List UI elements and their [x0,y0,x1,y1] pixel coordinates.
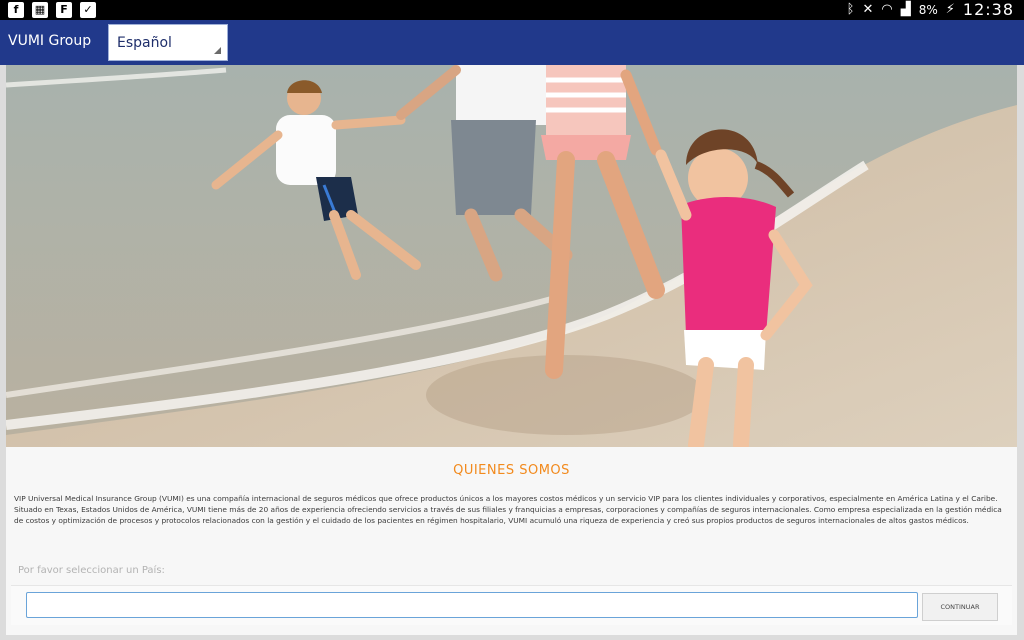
continue-button[interactable]: CONTINUAR [922,593,998,621]
facebook-icon: f [8,2,24,18]
country-label: Por favor seleccionar un País: [18,565,165,576]
about-text: VIP Universal Medical Insurance Group (V… [14,494,1002,525]
bluetooth-icon: ᛒ [846,2,855,17]
language-select-value: Español [117,35,172,51]
flipboard-icon: F [56,2,72,18]
clipboard-icon: ✓ [80,2,96,18]
clock: 12:38 [962,0,1014,19]
battery-percent: 8% [918,3,938,17]
status-bar: f ▦ F ✓ ᛒ ✕ ◠ ▟ 8% ⚡ 12:38 [0,0,1024,20]
hero-image [6,65,1017,447]
signal-icon: ▟ [900,2,911,17]
app-title: VUMI Group [8,33,92,49]
beach-family-photo [6,65,1017,447]
wifi-icon: ◠ [881,2,893,17]
notification-icons: f ▦ F ✓ [8,2,96,18]
country-form: CONTINUAR [11,585,1012,625]
mute-icon: ✕ [862,2,874,17]
country-input[interactable] [26,592,918,618]
section-title: QUIENES SOMOS [453,463,570,478]
calendar-icon: ▦ [32,2,48,18]
language-select[interactable]: Español [108,24,228,61]
dropdown-caret-icon [214,47,221,54]
main-content: QUIENES SOMOS VIP Universal Medical Insu… [6,65,1017,635]
system-icons: ᛒ ✕ ◠ ▟ 8% ⚡ 12:38 [847,0,1014,20]
battery-charging-icon: ⚡ [945,2,955,17]
